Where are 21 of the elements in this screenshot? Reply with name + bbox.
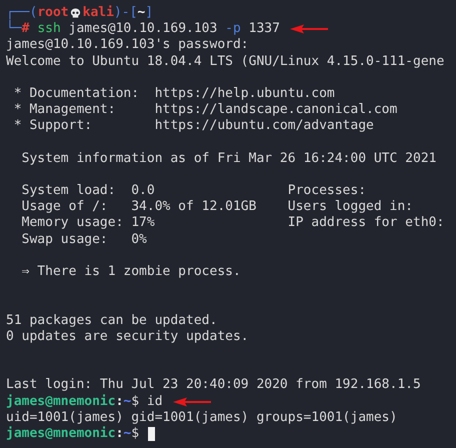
terminal-text: uid=1001(james) gid=1001(james) groups=1001(james) xyxy=(6,410,398,426)
skull-icon xyxy=(70,8,81,19)
terminal-text: 0 updates are security updates. xyxy=(6,328,249,345)
terminal-text: 51 packages can be updated. xyxy=(6,312,218,329)
terminal-text: └─# ssh james@10.10.169.103 -p 1337 xyxy=(6,21,280,38)
terminal-text: Usage of /: 34.0% of 12.01GB Users logged in: xyxy=(20,199,413,216)
terminal-text: james@mnemonic:~$ id xyxy=(6,394,163,410)
terminal-text: Memory usage: 17% IP address for eth0: xyxy=(20,215,444,232)
terminal-text: james@10.10.169.103's password: xyxy=(6,37,249,54)
terminal-text: Welcome to Ubuntu 18.04.4 LTS (GNU/Linux 4.15.0-111-gene xyxy=(6,54,444,70)
terminal-text: Last login: Thu Jul 23 20:40:09 2020 from 192.168.1.5 xyxy=(6,377,421,394)
terminal-text: ┌──(root xyxy=(6,5,69,20)
terminal-text: * Management: https://landscape.canonical.com xyxy=(12,102,398,118)
terminal-text: * Support: https://ubuntu.com/advantage xyxy=(12,118,374,135)
terminal-text: ⇒ There is 1 zombie process. xyxy=(20,264,241,280)
terminal-text: james@mnemonic:~$ xyxy=(6,426,140,442)
terminal-text: kali)-[~] xyxy=(82,5,154,22)
terminal-text: * Documentation: https://help.ubuntu.com xyxy=(12,86,335,102)
terminal-text: System load: 0.0 Processes: xyxy=(20,183,366,200)
terminal-text: Swap usage: 0% xyxy=(20,232,147,248)
terminal-text: System information as of Fri Mar 26 16:24:00 UTC 2021 xyxy=(20,150,436,167)
